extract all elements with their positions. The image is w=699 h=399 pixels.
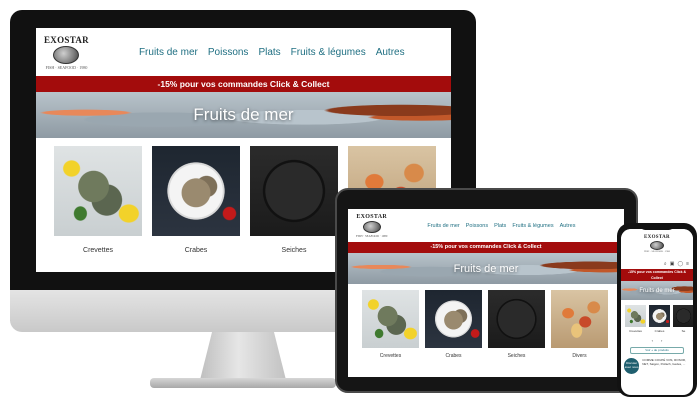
seiches-image[interactable] (673, 305, 693, 327)
category-label[interactable]: Crabes (445, 353, 461, 359)
crabes-image[interactable] (425, 290, 482, 348)
chat-button[interactable]: Discuter avec nous (624, 358, 640, 374)
main-nav: Fruits de mer Poissons Plats Fruits & lé… (427, 223, 575, 229)
category-label[interactable]: Seiches (508, 353, 526, 359)
hero-banner: Fruits de mer (36, 92, 451, 138)
category-card-crabes[interactable]: Crabes (425, 290, 482, 359)
logo-emblem-icon (53, 45, 80, 64)
category-label[interactable]: Crevettes (380, 353, 401, 359)
crabes-image[interactable] (649, 305, 670, 327)
nav-item-plats[interactable]: Plats (494, 223, 506, 229)
page-title: Fruits de mer (639, 287, 675, 294)
chevron-right-icon[interactable]: › (661, 338, 662, 343)
hero-banner: Fruits de mer (621, 281, 693, 300)
brand-tagline: FISH · SEAFOOD · 1980 (643, 250, 671, 253)
brand-tagline: FISH · SEAFOOD · 1980 (356, 233, 388, 238)
category-card-crabes[interactable]: Crabes (649, 305, 670, 333)
menu-icon[interactable]: ≡ (686, 261, 689, 267)
category-label[interactable]: Crabes (655, 329, 665, 333)
crevettes-image[interactable] (54, 146, 142, 236)
search-icon[interactable]: ⌕ (664, 261, 667, 267)
main-nav: Fruits de mer Poissons Plats Fruits & lé… (139, 47, 405, 58)
phone-website: EXOSTAR FISH · SEAFOOD · 1980 ⌕ ▣ ◯ ≡ -1… (621, 229, 693, 395)
category-card-crevettes[interactable]: Crevettes (362, 290, 419, 359)
category-label[interactable]: Crevettes (629, 329, 642, 333)
page-title: Fruits de mer (453, 262, 519, 275)
crevettes-image[interactable] (625, 305, 646, 327)
seiches-image[interactable] (250, 146, 338, 236)
category-label[interactable]: Divers (572, 353, 586, 359)
nav-item-fruits-legumes[interactable]: Fruits & légumes (512, 223, 553, 229)
brand-tagline: FISH · SEAFOOD · 1980 (45, 64, 88, 70)
nav-item-autres[interactable]: Autres (376, 47, 405, 58)
brand-name: EXOSTAR (644, 235, 670, 240)
category-card-crabes[interactable]: Crabes (152, 146, 240, 254)
category-grid: Crevettes Crabes Seiches Divers (348, 284, 624, 359)
category-card-crevettes[interactable]: Crevettes (625, 305, 646, 333)
category-label[interactable]: Crevettes (83, 247, 113, 254)
mobile-toolbar: ⌕ ▣ ◯ ≡ (621, 259, 693, 269)
category-label[interactable]: Seiches (282, 247, 307, 254)
user-icon[interactable]: ◯ (677, 261, 683, 267)
promo-banner[interactable]: -15% pour vos commandes Click & Collect (621, 269, 693, 281)
nav-item-poissons[interactable]: Poissons (208, 47, 249, 58)
nav-item-poissons[interactable]: Poissons (466, 223, 488, 229)
brand-name: EXOSTAR (44, 34, 89, 45)
crevettes-image[interactable] (362, 290, 419, 348)
nav-item-fruits-legumes[interactable]: Fruits & légumes (291, 47, 366, 58)
site-header: EXOSTAR FISH · SEAFOOD · 1980 Fruits de … (348, 209, 624, 242)
nav-item-fruits-de-mer[interactable]: Fruits de mer (427, 223, 459, 229)
crabes-image[interactable] (152, 146, 240, 236)
page-title: Fruits de mer (193, 105, 294, 124)
chevron-left-icon[interactable]: ‹ (652, 338, 653, 343)
site-header: EXOSTAR FISH · SEAFOOD · 1980 Fruits de … (36, 28, 451, 76)
nav-item-fruits-de-mer[interactable]: Fruits de mer (139, 47, 198, 58)
promo-banner[interactable]: -15% pour vos commandes Click & Collect (348, 242, 624, 253)
category-label[interactable]: Se (682, 329, 686, 333)
promo-banner[interactable]: -15% pour vos commandes Click & Collect (36, 76, 451, 92)
carousel-pager: ‹ › (621, 338, 693, 343)
logo-emblem-icon (650, 241, 664, 250)
cart-icon[interactable]: ▣ (670, 261, 675, 267)
nav-item-plats[interactable]: Plats (258, 47, 280, 58)
category-card-seiches[interactable]: Seiches (488, 290, 545, 359)
divers-image[interactable] (551, 290, 608, 348)
nav-item-autres[interactable]: Autres (560, 223, 576, 229)
desktop-monitor-base (150, 378, 336, 388)
brand-name: EXOSTAR (356, 213, 387, 220)
cookie-notice: COMME COUPÉ VOS, ROSOR, NET, Saigon, Pot… (642, 358, 686, 366)
category-card-crevettes[interactable]: Crevettes (54, 146, 142, 254)
category-card-divers[interactable]: Divers (551, 290, 608, 359)
responsive-mockup: EXOSTAR FISH · SEAFOOD · 1980 Fruits de … (0, 0, 699, 399)
brand-logo[interactable]: EXOSTAR FISH · SEAFOOD · 1980 (644, 235, 670, 253)
mobile-footer: Discuter avec nous COMME COUPÉ VOS, ROSO… (621, 354, 693, 374)
category-label[interactable]: Crabes (185, 247, 208, 254)
hero-banner: Fruits de mer (348, 253, 624, 284)
brand-logo[interactable]: EXOSTAR FISH · SEAFOOD · 1980 (44, 35, 89, 70)
phone-notch (640, 224, 674, 230)
category-carousel: Crevettes Crabes Se (621, 300, 693, 333)
brand-logo[interactable]: EXOSTAR FISH · SEAFOOD · 1980 (356, 214, 387, 238)
category-card-seiches[interactable]: Seiches (250, 146, 338, 254)
category-card-seiches[interactable]: Se (673, 305, 693, 333)
logo-emblem-icon (362, 220, 381, 233)
tablet-website: EXOSTAR FISH · SEAFOOD · 1980 Fruits de … (348, 209, 624, 377)
seiches-image[interactable] (488, 290, 545, 348)
desktop-monitor-stand (200, 332, 286, 380)
more-products-button[interactable]: Voir + de produits (630, 347, 684, 354)
site-header: EXOSTAR FISH · SEAFOOD · 1980 (621, 229, 693, 259)
